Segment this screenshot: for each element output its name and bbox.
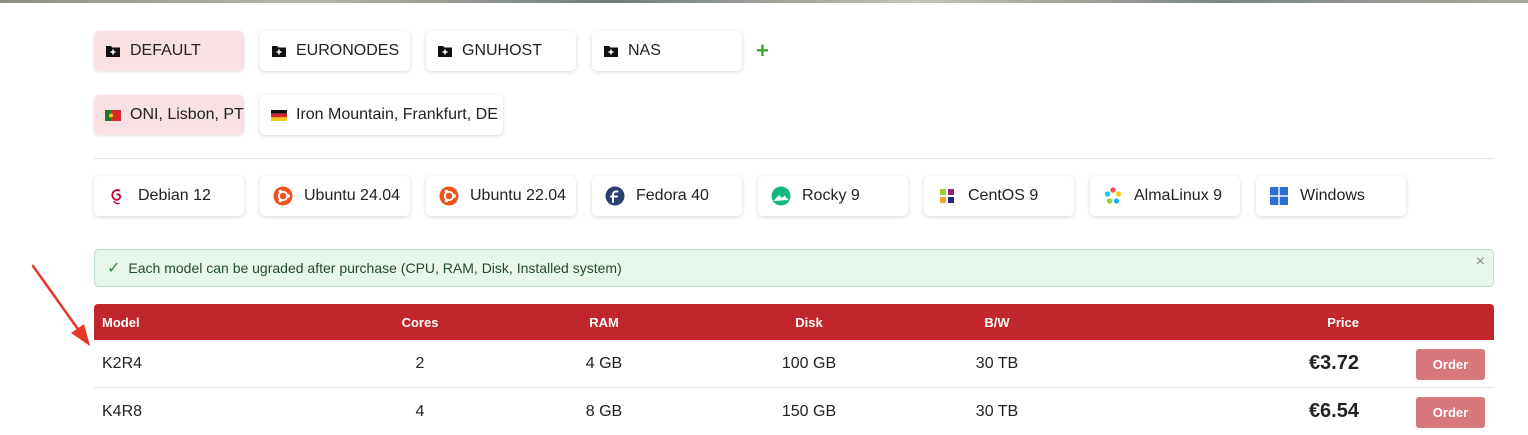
order-button[interactable]: Order <box>1416 349 1485 380</box>
location-chip-label: ONI, Lisbon, PT <box>130 106 244 123</box>
cell-price: €6.54 <box>1308 400 1359 422</box>
folder-plus-icon <box>436 42 454 60</box>
add-group-button[interactable]: + <box>756 40 769 62</box>
os-chip-rocky-9[interactable]: Rocky 9 <box>758 176 908 216</box>
rocky-icon <box>770 185 792 207</box>
folder-plus-icon <box>602 42 620 60</box>
cell-disk: 150 GB <box>781 402 837 420</box>
cell-ram: 8 GB <box>585 402 623 420</box>
plans-table: Model Cores RAM Disk B/W Price K2R4 2 4 … <box>94 304 1494 435</box>
header-model: Model <box>102 314 140 330</box>
os-chip-ubuntu-2404[interactable]: Ubuntu 24.04 <box>260 176 410 216</box>
folder-plus-icon <box>104 42 122 60</box>
group-chip-label: DEFAULT <box>130 42 201 59</box>
header-ram: RAM <box>589 314 619 330</box>
header-disk: Disk <box>795 314 823 330</box>
ubuntu-icon <box>272 185 294 207</box>
cell-bw: 30 TB <box>975 354 1019 372</box>
table-row: K2R4 2 4 GB 100 GB 30 TB €3.72 Order <box>94 340 1494 388</box>
upgrade-notice: ✓ Each model can be ugraded after purcha… <box>94 249 1494 287</box>
os-chip-label: CentOS 9 <box>968 187 1039 204</box>
os-chip-label: Rocky 9 <box>802 187 860 204</box>
os-chip-debian-12[interactable]: Debian 12 <box>94 176 244 216</box>
group-chip-euronodes[interactable]: EURONODES <box>260 31 410 71</box>
folder-plus-icon <box>270 42 288 60</box>
header-bw: B/W <box>984 314 1010 330</box>
centos-icon <box>936 185 958 207</box>
windows-icon <box>1268 185 1290 207</box>
almalinux-icon <box>1102 185 1124 207</box>
top-image-strip <box>0 0 1528 3</box>
group-chip-gnuhost[interactable]: GNUHOST <box>426 31 576 71</box>
notice-text: Each model can be ugraded after purchase… <box>128 260 622 276</box>
table-row: K4R8 4 8 GB 150 GB 30 TB €6.54 Order <box>94 388 1494 435</box>
os-chip-label: Debian 12 <box>138 187 211 204</box>
os-chip-label: Fedora 40 <box>636 187 709 204</box>
cell-ram: 4 GB <box>585 354 623 372</box>
cell-price: €3.72 <box>1308 352 1359 374</box>
group-chip-label: EURONODES <box>296 42 400 59</box>
germany-flag-icon <box>270 106 288 124</box>
ubuntu-icon <box>438 185 460 207</box>
os-chip-label: Ubuntu 24.04 <box>304 187 401 204</box>
os-chip-windows[interactable]: Windows <box>1256 176 1406 216</box>
os-chip-label: AlmaLinux 9 <box>1134 187 1223 204</box>
fedora-icon <box>604 185 626 207</box>
check-icon: ✓ <box>107 260 121 277</box>
header-price: Price <box>1327 314 1359 330</box>
group-chip-label: NAS <box>628 42 661 59</box>
header-cores: Cores <box>401 314 439 330</box>
group-chip-default[interactable]: DEFAULT <box>94 31 244 71</box>
group-chip-nas[interactable]: NAS <box>592 31 742 71</box>
os-chip-label: Windows <box>1300 187 1365 204</box>
os-chip-centos-9[interactable]: CentOS 9 <box>924 176 1074 216</box>
cell-cores: 2 <box>415 354 425 372</box>
order-button[interactable]: Order <box>1416 397 1485 428</box>
location-chip-frankfurt[interactable]: Iron Mountain, Frankfurt, DE <box>260 95 503 135</box>
section-divider <box>94 158 1494 159</box>
os-chip-fedora-40[interactable]: Fedora 40 <box>592 176 742 216</box>
table-header: Model Cores RAM Disk B/W Price <box>94 304 1494 340</box>
os-chip-ubuntu-2204[interactable]: Ubuntu 22.04 <box>426 176 576 216</box>
os-chip-label: Ubuntu 22.04 <box>470 187 567 204</box>
location-chip-label: Iron Mountain, Frankfurt, DE <box>296 106 498 123</box>
os-chip-almalinux-9[interactable]: AlmaLinux 9 <box>1090 176 1240 216</box>
cell-bw: 30 TB <box>975 402 1019 420</box>
debian-icon <box>106 185 128 207</box>
cell-model: K4R8 <box>102 402 143 420</box>
portugal-flag-icon <box>104 106 122 124</box>
close-icon[interactable]: × <box>1476 254 1485 270</box>
group-chip-label: GNUHOST <box>462 42 542 59</box>
cell-model: K2R4 <box>102 354 143 372</box>
cell-disk: 100 GB <box>781 354 837 372</box>
cell-cores: 4 <box>415 402 425 420</box>
location-chip-lisbon[interactable]: ONI, Lisbon, PT <box>94 95 244 135</box>
